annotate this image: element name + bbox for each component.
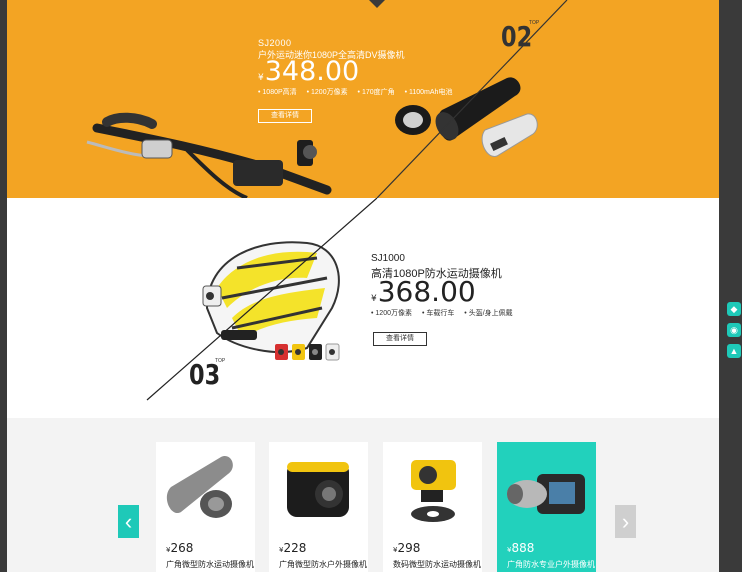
product-price: ¥228: [279, 541, 306, 555]
banner-sj1000[interactable]: SJ1000 高清1080P防水运动摄像机 ¥368.00 1200万像素 车载…: [7, 198, 719, 418]
product-card[interactable]: ¥228 广角微型防水户外摄像机: [269, 442, 368, 572]
product-name: 广角防水专业户外摄像机: [507, 560, 595, 569]
product-price-value: 228: [283, 541, 307, 555]
product-price-value: 888: [511, 541, 535, 555]
currency-symbol: ¥: [371, 294, 377, 304]
product-image: [287, 462, 349, 517]
product-price: ¥268: [166, 541, 193, 555]
feature-item: 1200万像素: [371, 310, 412, 317]
product-carousel: ‹ ¥268 广角微型防水运动摄像机 ¥228 广角微型防水户外摄像机 ¥298…: [7, 418, 719, 572]
product-image: [411, 460, 456, 522]
banner1-diagonal-line: [376, 0, 568, 198]
main-content: SJ2000 户外运动迷你1080P全高清DV摄像机 ¥348.00 1080P…: [7, 0, 719, 572]
side-rail: [719, 0, 742, 572]
product-image: [507, 474, 585, 514]
top-icon[interactable]: ▲: [727, 344, 741, 358]
banner2-model: SJ1000: [371, 253, 405, 264]
banner2-price-value: 368.00: [377, 275, 476, 308]
banner2-price: ¥368.00: [371, 275, 476, 308]
feature-item: 头盔/身上佩戴: [464, 310, 512, 317]
product-name: 数码微型防水运动摄像机: [393, 560, 481, 569]
banner1-index: 02: [501, 20, 533, 53]
product-card-active[interactable]: ¥888 广角防水专业户外摄像机: [497, 442, 596, 572]
feature-item: 车载行车: [422, 310, 454, 317]
product-image: [166, 455, 233, 518]
product-price: ¥298: [393, 541, 420, 555]
banner1-index-label: TOP: [529, 20, 540, 26]
product-price: ¥888: [507, 541, 534, 555]
product-name: 广角微型防水运动摄像机: [166, 560, 254, 569]
product-price-value: 298: [397, 541, 421, 555]
carousel-next-button[interactable]: ›: [615, 505, 636, 538]
banner2-details-button[interactable]: 查看详情: [373, 332, 427, 346]
cart-icon[interactable]: ◆: [727, 302, 741, 316]
banner-sj2000[interactable]: SJ2000 户外运动迷你1080P全高清DV摄像机 ¥348.00 1080P…: [7, 0, 719, 198]
helmet-camera-image: [146, 198, 378, 401]
product-price-value: 268: [170, 541, 194, 555]
product-card[interactable]: ¥298 数码微型防水运动摄像机: [383, 442, 482, 572]
page: SJ2000 户外运动迷你1080P全高清DV摄像机 ¥348.00 1080P…: [0, 0, 742, 572]
chat-icon[interactable]: ◉: [727, 323, 741, 337]
product-name: 广角微型防水户外摄像机: [279, 560, 367, 569]
carousel-prev-button[interactable]: ‹: [118, 505, 139, 538]
product-card[interactable]: ¥268 广角微型防水运动摄像机: [156, 442, 255, 572]
banner2-index-label: TOP: [215, 358, 226, 364]
banner2-features: 1200万像素 车载行车 头盔/身上佩戴: [371, 308, 521, 318]
